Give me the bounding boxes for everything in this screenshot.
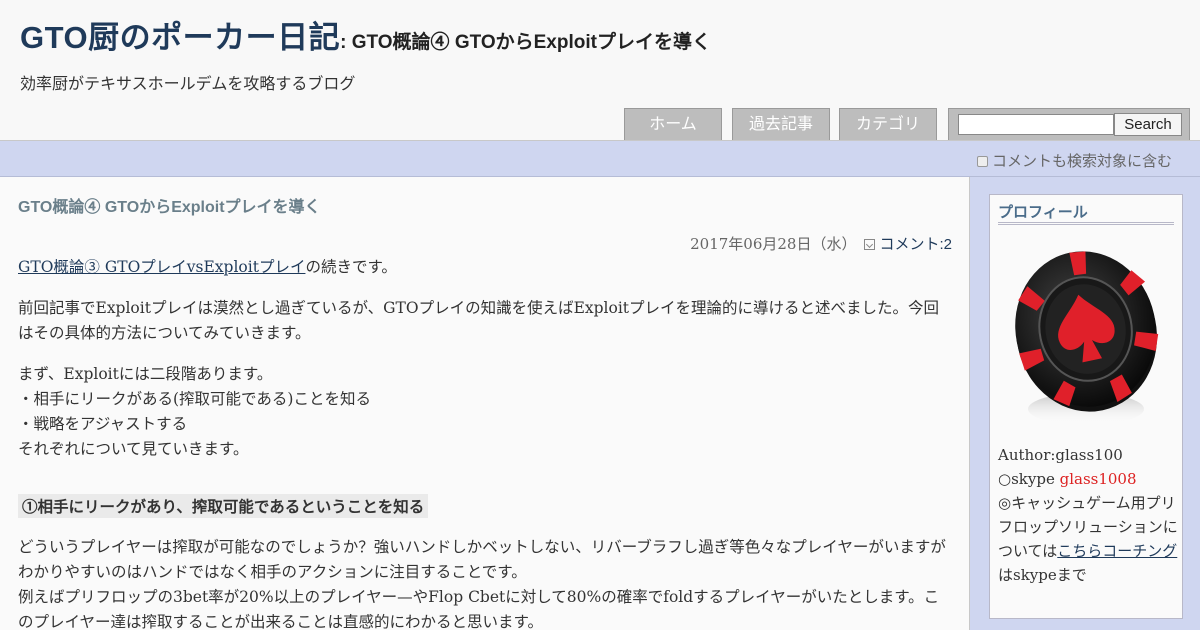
skype-id: glass1008 bbox=[1059, 470, 1137, 488]
coaching-note-suffix: はskypeまで bbox=[998, 566, 1087, 584]
site-title[interactable]: GTO厨のポーカー日記: GTO概論④ GTOからExploitプレイを導く bbox=[20, 12, 711, 57]
search-input[interactable] bbox=[958, 114, 1114, 135]
article-meta: 2017年06月28日（水） コメント:2 bbox=[690, 233, 952, 254]
nav-category-tab[interactable]: カテゴリ bbox=[839, 108, 937, 140]
include-comments-checkbox[interactable] bbox=[976, 156, 988, 167]
paragraph-line: それぞれについて見ていきます。 bbox=[18, 440, 249, 458]
author-line: Author:glass100 bbox=[998, 446, 1123, 464]
search-options-bar: コメントも検索対象に含む bbox=[0, 141, 1200, 177]
skype-line: ○skype glass1008 bbox=[998, 467, 1180, 491]
coaching-note: ◎キャッシュゲーム用プリフロップソリューションについてはこちらコーチングはsky… bbox=[998, 491, 1180, 587]
profile-widget: プロフィール Author:glass100 ○skype glass1008 … bbox=[989, 194, 1183, 619]
skype-prefix: ○skype bbox=[998, 470, 1060, 488]
article-paragraph-4: どういうプレイヤーは搾取が可能なのでしょうか？強いハンドしかベットしない、リバー… bbox=[18, 535, 953, 630]
paragraph-1-text: の続きです。 bbox=[305, 258, 397, 276]
article-paragraph-1: GTO概論③ GTOプレイvsExploitプレイの続きです。 bbox=[18, 255, 953, 280]
profile-widget-title: プロフィール bbox=[998, 204, 1174, 225]
paragraph-line: まず、Exploitには二段階あります。 bbox=[18, 365, 273, 383]
paragraph-line: ・相手にリークがある(搾取可能である)ことを知る bbox=[18, 390, 371, 408]
paragraph-line: ・戦略をアジャストする bbox=[18, 415, 188, 433]
comment-icon bbox=[864, 239, 876, 250]
poker-chip-image bbox=[1015, 251, 1159, 425]
search-box: Search bbox=[948, 108, 1190, 140]
previous-article-link[interactable]: GTO概論③ GTOプレイvsExploitプレイ bbox=[18, 258, 305, 276]
profile-text: Author:glass100 ○skype glass1008 ◎キャッシュゲ… bbox=[998, 443, 1180, 587]
site-title-suffix: : GTO概論④ GTOからExploitプレイを導く bbox=[340, 32, 711, 53]
paragraph-line: どういうプレイヤーは搾取が可能なのでしょうか？強いハンドしかベットしない、リバー… bbox=[18, 538, 946, 581]
article-date: 2017年06月28日（水） bbox=[690, 235, 857, 253]
section-heading: ①相手にリークがあり、搾取可能であるということを知る bbox=[18, 494, 429, 518]
coaching-link[interactable]: こちらコーチング bbox=[1057, 542, 1177, 560]
include-comments-label: コメントも検索対象に含む bbox=[991, 153, 1172, 170]
comment-count-link[interactable]: コメント:2 bbox=[879, 236, 952, 253]
include-comments-option[interactable]: コメントも検索対象に含む bbox=[976, 150, 1172, 171]
article-title[interactable]: GTO概論④ GTOからExploitプレイを導く bbox=[18, 193, 321, 217]
nav-home-tab[interactable]: ホーム bbox=[624, 108, 722, 140]
site-title-main[interactable]: GTO厨のポーカー日記 bbox=[20, 20, 340, 55]
nav-archive-tab[interactable]: 過去記事 bbox=[732, 108, 830, 140]
search-button[interactable]: Search bbox=[1114, 113, 1182, 136]
article-paragraph-2: 前回記事でExploitプレイは漠然とし過ぎているが、GTOプレイの知識を使えば… bbox=[18, 299, 940, 342]
paragraph-line: 例えばプリフロップの3bet率が20%以上のプレイヤー—やFlop Cbetに対… bbox=[18, 588, 940, 630]
site-header: GTO厨のポーカー日記: GTO概論④ GTOからExploitプレイを導く 効… bbox=[0, 0, 1200, 141]
site-tagline: 効率厨がテキサスホールデムを攻略するブログ bbox=[20, 76, 356, 93]
article-paragraph-3: まず、Exploitには二段階あります。 ・相手にリークがある(搾取可能である)… bbox=[18, 362, 953, 462]
